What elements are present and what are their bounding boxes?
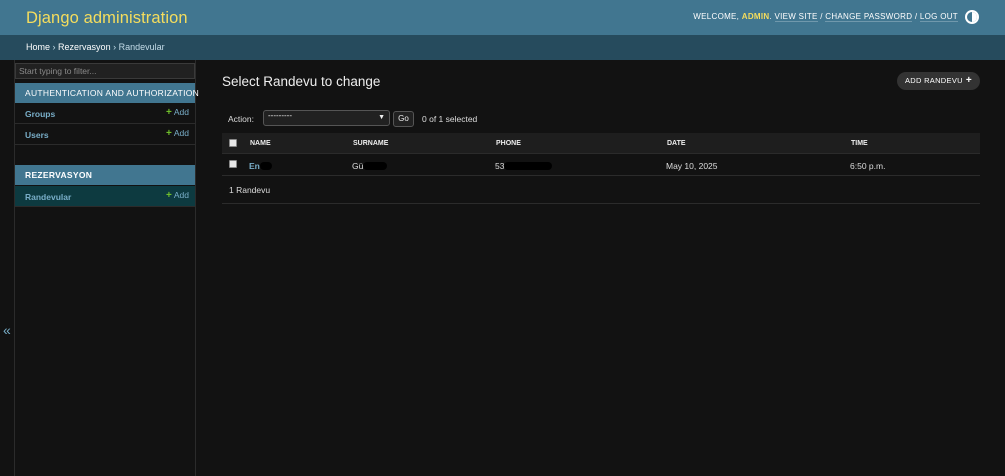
column-header-time[interactable]: Time bbox=[851, 140, 868, 147]
add-group-link[interactable]: + Add bbox=[166, 107, 189, 118]
row-surname: Gü bbox=[352, 161, 388, 171]
user-tools: Welcome, admin. View site / Change passw… bbox=[693, 12, 958, 22]
view-site-link[interactable]: View site bbox=[774, 12, 818, 22]
module-caption-auth[interactable]: Authentication and Authorization bbox=[15, 83, 199, 103]
row-name-link[interactable]: En bbox=[249, 161, 272, 171]
add-icon: + bbox=[166, 190, 172, 201]
redaction bbox=[363, 162, 388, 170]
add-icon: + bbox=[166, 107, 172, 118]
breadcrumb-separator: › bbox=[113, 42, 117, 52]
add-randevu-link[interactable]: + Add bbox=[166, 190, 189, 201]
sidebar-item-groups: Groups + Add bbox=[15, 103, 195, 124]
result-list-table: Name Surname Phone Date Time En Gü 53 Ma… bbox=[222, 133, 980, 204]
redaction bbox=[504, 162, 553, 170]
log-out-link[interactable]: Log out bbox=[919, 12, 958, 22]
table-header: Name Surname Phone Date Time bbox=[222, 133, 980, 154]
breadcrumb-separator: › bbox=[52, 42, 56, 52]
action-label: Action: bbox=[228, 114, 254, 124]
sidebar-toggle-strip[interactable]: « bbox=[0, 60, 15, 476]
column-header-surname[interactable]: Surname bbox=[353, 140, 388, 147]
module-caption-rezervasyon[interactable]: Rezervasyon bbox=[15, 165, 195, 185]
welcome-text: Welcome, bbox=[693, 12, 740, 21]
column-header-phone[interactable]: Phone bbox=[496, 140, 521, 147]
select-all-checkbox[interactable] bbox=[229, 139, 237, 147]
row-date: May 10, 2025 bbox=[666, 161, 718, 171]
separator: / bbox=[914, 12, 918, 21]
go-button[interactable]: Go bbox=[393, 111, 414, 127]
breadcrumb-current: Randevular bbox=[118, 42, 165, 52]
selection-counter: 0 of 1 selected bbox=[422, 114, 478, 124]
action-select[interactable]: --------- ▼ bbox=[263, 110, 390, 126]
sidebar-item-randevular: Randevular + Add bbox=[15, 186, 195, 207]
add-user-link[interactable]: + Add bbox=[166, 128, 189, 139]
main-content: Select Randevu to change Add Randevu + Ac… bbox=[222, 60, 980, 476]
add-icon: + bbox=[166, 128, 172, 139]
breadcrumb-app[interactable]: Rezervasyon bbox=[58, 42, 111, 52]
row-time: 6:50 p.m. bbox=[850, 161, 886, 171]
collapse-sidebar-icon[interactable]: « bbox=[3, 322, 11, 338]
result-count: 1 Randevu bbox=[222, 176, 980, 204]
sidebar-item-label[interactable]: Users bbox=[25, 130, 49, 140]
row-checkbox[interactable] bbox=[229, 160, 237, 168]
sidebar-item-label[interactable]: Groups bbox=[25, 109, 55, 119]
chevron-down-icon: ▼ bbox=[378, 114, 385, 121]
sidebar-item-users: Users + Add bbox=[15, 124, 195, 145]
table-row: En Gü 53 May 10, 2025 6:50 p.m. bbox=[222, 154, 980, 176]
action-selected-value: --------- bbox=[268, 111, 292, 120]
header: Django administration Welcome, admin. Vi… bbox=[0, 0, 1005, 35]
breadcrumb-home[interactable]: Home bbox=[26, 42, 50, 52]
column-header-name[interactable]: Name bbox=[250, 140, 271, 147]
username: admin bbox=[741, 12, 770, 21]
nav-filter-input[interactable] bbox=[15, 63, 195, 79]
add-randevu-button[interactable]: Add Randevu + bbox=[896, 72, 980, 90]
separator: / bbox=[820, 12, 823, 21]
sidebar-item-label[interactable]: Randevular bbox=[25, 192, 71, 202]
theme-toggle-icon[interactable] bbox=[965, 10, 979, 24]
breadcrumb: Home › Rezervasyon › Randevular bbox=[0, 35, 1005, 60]
nav-sidebar: Authentication and Authorization Groups … bbox=[15, 60, 199, 476]
page-title: Select Randevu to change bbox=[222, 74, 381, 89]
change-password-link[interactable]: Change password bbox=[825, 12, 913, 22]
add-icon: + bbox=[965, 75, 972, 86]
site-branding[interactable]: Django administration bbox=[26, 9, 188, 28]
column-header-date[interactable]: Date bbox=[667, 140, 686, 147]
redaction bbox=[259, 162, 272, 170]
row-phone: 53 bbox=[495, 161, 553, 171]
